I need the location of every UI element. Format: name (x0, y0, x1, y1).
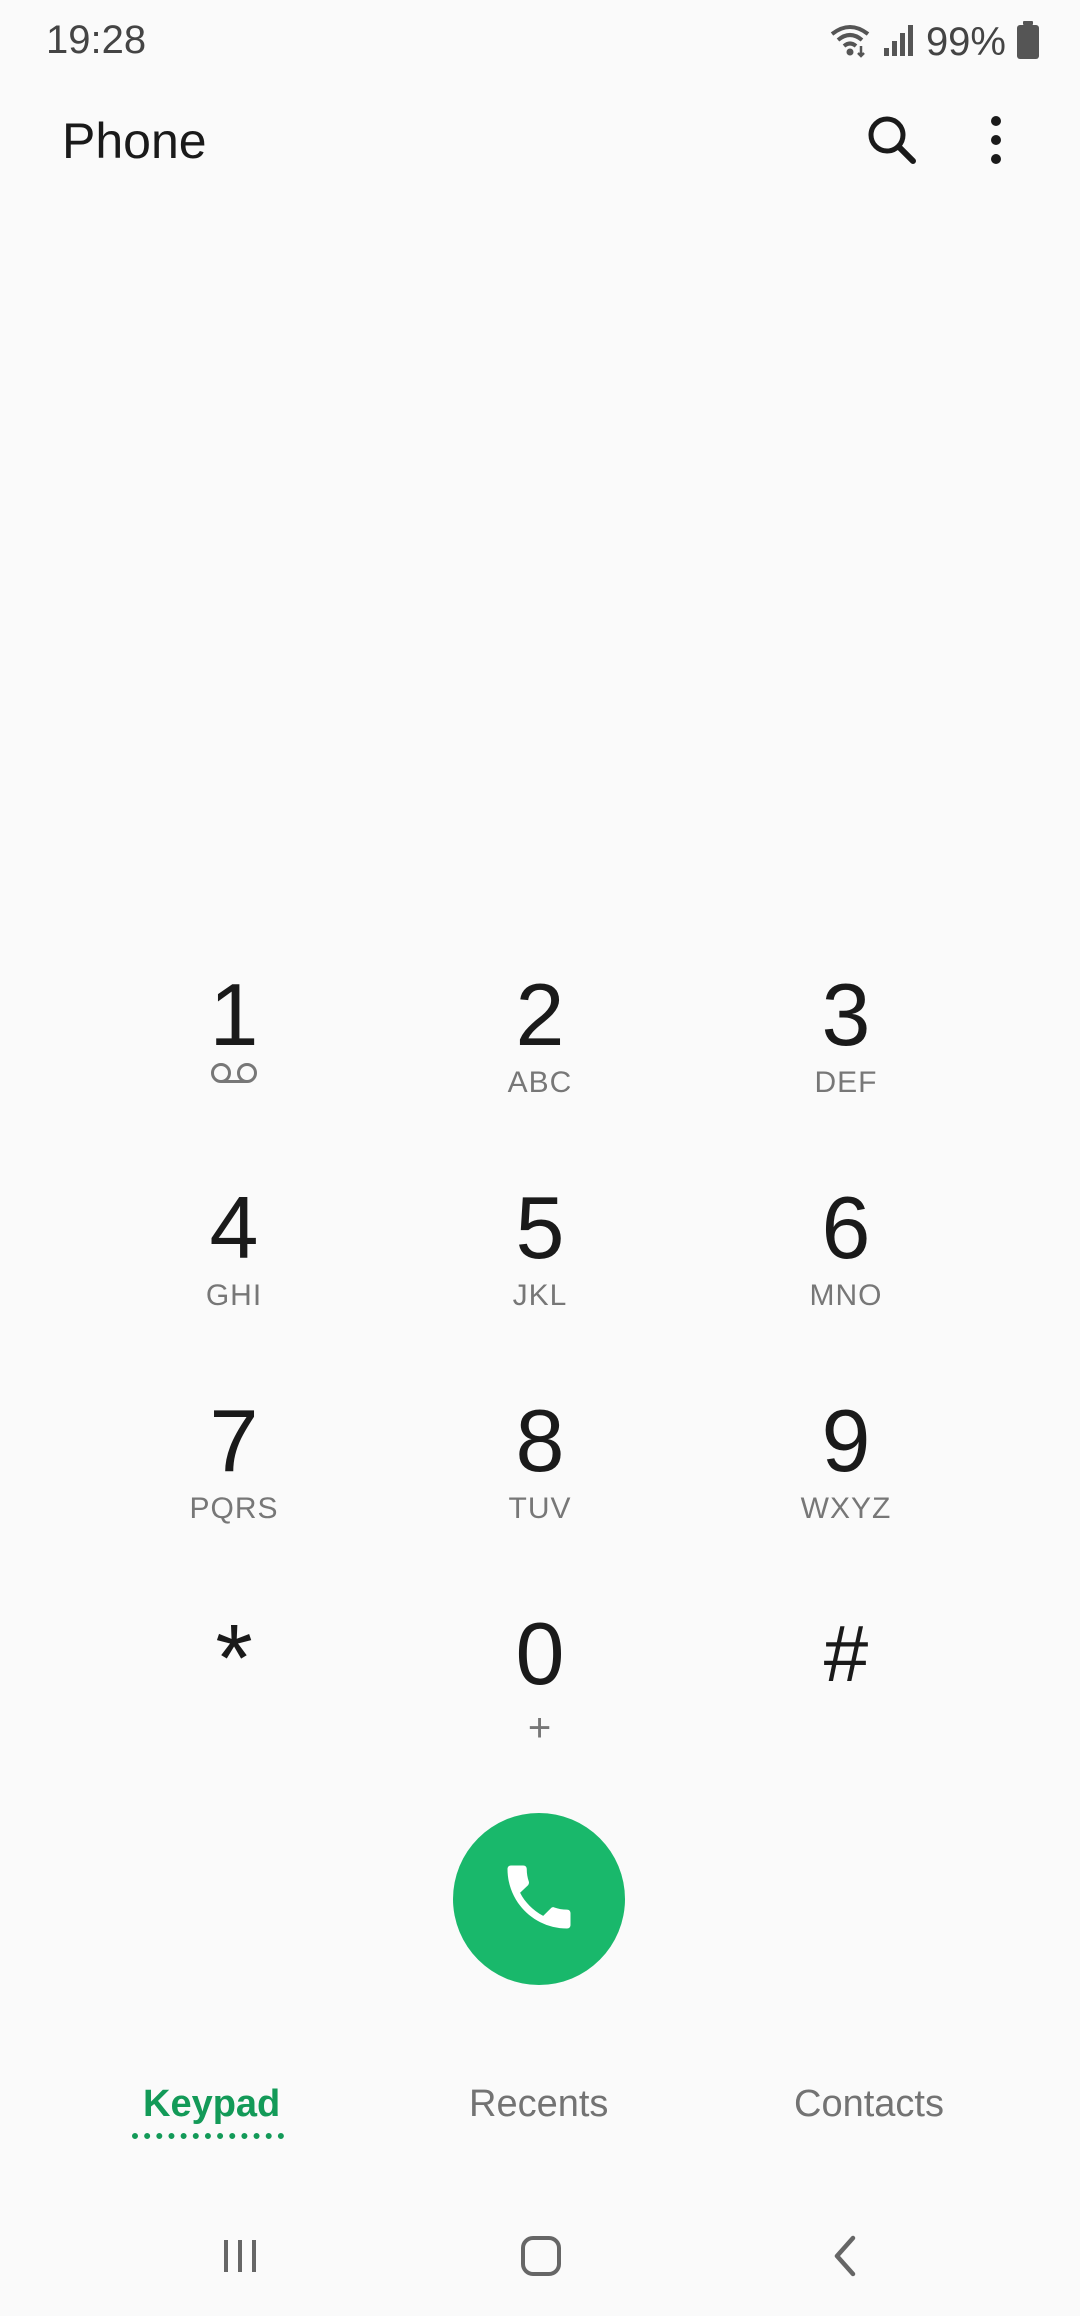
key-7[interactable]: 7 PQRS (134, 1391, 334, 1551)
status-time: 19:28 (46, 18, 147, 62)
key-8[interactable]: 8 TUV (440, 1391, 640, 1551)
app-bar: Phone (0, 100, 1080, 190)
key-letters: JKL (512, 1279, 568, 1312)
status-icons: 99% (828, 18, 1040, 66)
more-options-icon (986, 115, 1006, 170)
wifi-icon (828, 22, 872, 63)
key-letters: TUV (508, 1492, 572, 1525)
battery-percent: 99% (925, 19, 1006, 64)
key-digit: 3 (821, 965, 871, 1064)
key-digit: 4 (209, 1178, 259, 1277)
key-digit: 0 (515, 1604, 565, 1703)
key-digit: 1 (209, 965, 259, 1064)
more-options-button[interactable] (960, 106, 1032, 178)
key-digit: 6 (821, 1178, 871, 1277)
bottom-tabs: Keypad Recents Contacts (0, 2075, 1080, 2175)
system-navbar (0, 2210, 1080, 2300)
phone-screen: 19:28 99% Phone 1 2 ABC 3 DEF 4 GHI 5 JK… (0, 0, 1080, 2316)
key-letters: DEF (814, 1066, 878, 1099)
voicemail-icon (209, 1061, 259, 1090)
phone-icon (497, 1855, 581, 1944)
home-icon (517, 2232, 565, 2285)
key-digit: 5 (515, 1178, 565, 1277)
key-4[interactable]: 4 GHI (134, 1178, 334, 1338)
key-digit: 2 (515, 965, 565, 1064)
search-icon (865, 113, 919, 172)
key-letters: GHI (205, 1279, 263, 1312)
key-letters: PQRS (189, 1492, 279, 1525)
key-1[interactable]: 1 (134, 965, 334, 1125)
status-bar: 19:28 99% (0, 0, 1080, 84)
key-2[interactable]: 2 ABC (440, 965, 640, 1125)
key-plus: + (527, 1706, 553, 1750)
key-digit: 7 (209, 1391, 259, 1490)
key-letters: ABC (507, 1066, 573, 1099)
key-5[interactable]: 5 JKL (440, 1178, 640, 1338)
key-digit: 9 (821, 1391, 871, 1490)
key-letters: MNO (809, 1279, 883, 1312)
key-0[interactable]: 0 + (440, 1604, 640, 1764)
tab-keypad[interactable]: Keypad (143, 2083, 280, 2126)
key-digit: # (823, 1609, 869, 1698)
search-button[interactable] (856, 106, 928, 178)
key-9[interactable]: 9 WXYZ (746, 1391, 946, 1551)
home-button[interactable] (506, 2228, 576, 2288)
key-digit: 8 (515, 1391, 565, 1490)
active-tab-indicator (132, 2133, 284, 2139)
key-hash[interactable]: # (746, 1604, 946, 1764)
key-letters: WXYZ (800, 1492, 892, 1525)
recent-apps-button[interactable] (205, 2228, 275, 2288)
back-button[interactable] (810, 2228, 880, 2288)
back-icon (825, 2232, 865, 2285)
call-button[interactable] (453, 1813, 625, 1985)
page-title: Phone (62, 113, 207, 169)
key-3[interactable]: 3 DEF (746, 965, 946, 1125)
signal-icon (882, 22, 916, 63)
tab-recents[interactable]: Recents (469, 2083, 608, 2126)
key-digit: * (215, 1605, 253, 1712)
key-star[interactable]: * (134, 1604, 334, 1764)
battery-icon (1016, 20, 1040, 64)
recent-apps-icon (218, 2234, 262, 2283)
tab-contacts[interactable]: Contacts (794, 2083, 944, 2126)
key-6[interactable]: 6 MNO (746, 1178, 946, 1338)
